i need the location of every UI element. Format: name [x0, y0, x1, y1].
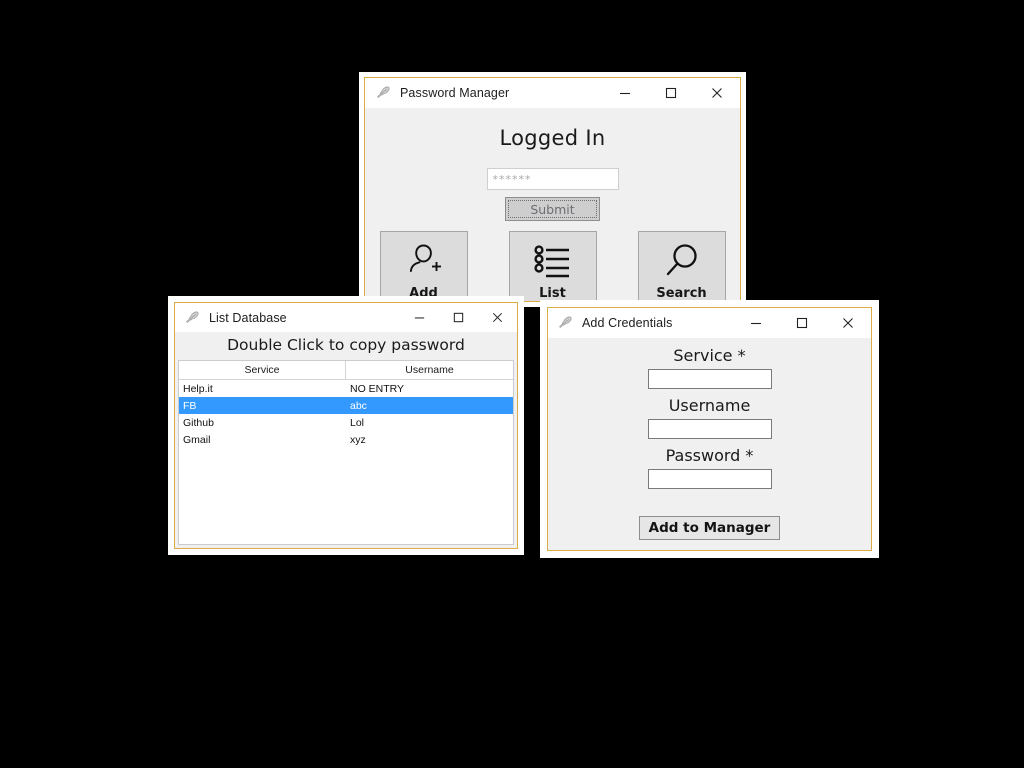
table-row[interactable]: Help.it NO ENTRY — [179, 380, 513, 397]
password-manager-window[interactable]: Password Manager Logged In ****** Submit — [359, 72, 746, 307]
add-button[interactable]: Add — [379, 231, 468, 301]
add-to-manager-button[interactable]: Add to Manager — [638, 516, 781, 540]
minimize-button[interactable] — [733, 308, 779, 338]
cell-username: xyz — [350, 433, 366, 446]
table-row[interactable]: Gmail xyz — [179, 431, 513, 448]
main-client-area: Logged In ****** Submit Add List Search — [365, 108, 740, 301]
logged-in-heading: Logged In — [499, 126, 606, 150]
search-button-label: Search — [656, 286, 707, 301]
list-button[interactable]: List — [508, 231, 597, 301]
bulleted-list-icon — [530, 239, 576, 285]
username-label: Username — [668, 396, 751, 415]
titlebar[interactable]: Password Manager — [365, 78, 740, 108]
search-button[interactable]: Search — [637, 231, 726, 301]
window-title: List Database — [209, 310, 287, 325]
cell-service: Github — [183, 416, 214, 429]
add-client-area: Service * Username Password * Add to Man… — [548, 338, 871, 550]
titlebar[interactable]: Add Credentials — [548, 308, 871, 338]
add-user-icon — [401, 239, 447, 285]
master-password-input[interactable]: ****** — [486, 168, 619, 190]
feather-icon — [559, 316, 572, 328]
master-password-value: ****** — [492, 172, 532, 186]
action-button-row: Add List Search — [365, 231, 740, 301]
credentials-table[interactable]: Service Username Help.it NO ENTRY FB abc… — [178, 360, 514, 545]
cell-service: FB — [183, 399, 197, 412]
service-label: Service * — [673, 346, 746, 365]
cell-service: Gmail — [183, 433, 211, 446]
password-input[interactable] — [647, 469, 772, 489]
submit-button[interactable]: Submit — [505, 197, 600, 221]
window-frame: Password Manager Logged In ****** Submit — [364, 77, 741, 302]
window-controls — [602, 78, 740, 108]
service-input[interactable] — [647, 369, 772, 389]
close-button[interactable] — [825, 308, 871, 338]
password-label: Password * — [665, 446, 754, 465]
feather-icon — [377, 86, 390, 98]
cell-username: NO ENTRY — [350, 382, 405, 395]
maximize-button[interactable] — [439, 303, 478, 333]
column-header-username[interactable]: Username — [346, 361, 513, 379]
window-frame: Add Credentials Service * Username Passw — [547, 307, 872, 551]
cell-username: abc — [350, 399, 367, 412]
window-frame: List Database Double Click to copy passw… — [174, 302, 518, 549]
list-button-label: List — [539, 286, 566, 301]
submit-button-label: Submit — [530, 201, 575, 217]
maximize-button[interactable] — [779, 308, 825, 338]
username-input[interactable] — [647, 419, 772, 439]
window-controls — [400, 303, 517, 333]
table-row[interactable]: Github Lol — [179, 414, 513, 431]
table-body: Help.it NO ENTRY FB abc Github Lol Gmail… — [179, 380, 513, 544]
list-instruction-text: Double Click to copy password — [227, 336, 465, 354]
cell-username: Lol — [350, 416, 365, 429]
add-credentials-window[interactable]: Add Credentials Service * Username Passw — [540, 300, 879, 558]
window-title: Password Manager — [400, 86, 510, 100]
column-header-service[interactable]: Service — [179, 361, 346, 379]
window-controls — [733, 308, 871, 338]
list-database-window[interactable]: List Database Double Click to copy passw… — [168, 296, 524, 555]
cell-service: Help.it — [183, 382, 213, 395]
table-row[interactable]: FB abc — [179, 397, 513, 414]
feather-icon — [186, 311, 199, 323]
minimize-button[interactable] — [400, 303, 439, 333]
window-title: Add Credentials — [582, 316, 673, 330]
table-header-row: Service Username — [179, 361, 513, 380]
close-button[interactable] — [478, 303, 517, 333]
close-button[interactable] — [694, 78, 740, 108]
titlebar[interactable]: List Database — [175, 303, 517, 332]
magnifier-icon — [659, 239, 705, 285]
minimize-button[interactable] — [602, 78, 648, 108]
list-client-area: Double Click to copy password Service Us… — [175, 332, 517, 548]
maximize-button[interactable] — [648, 78, 694, 108]
